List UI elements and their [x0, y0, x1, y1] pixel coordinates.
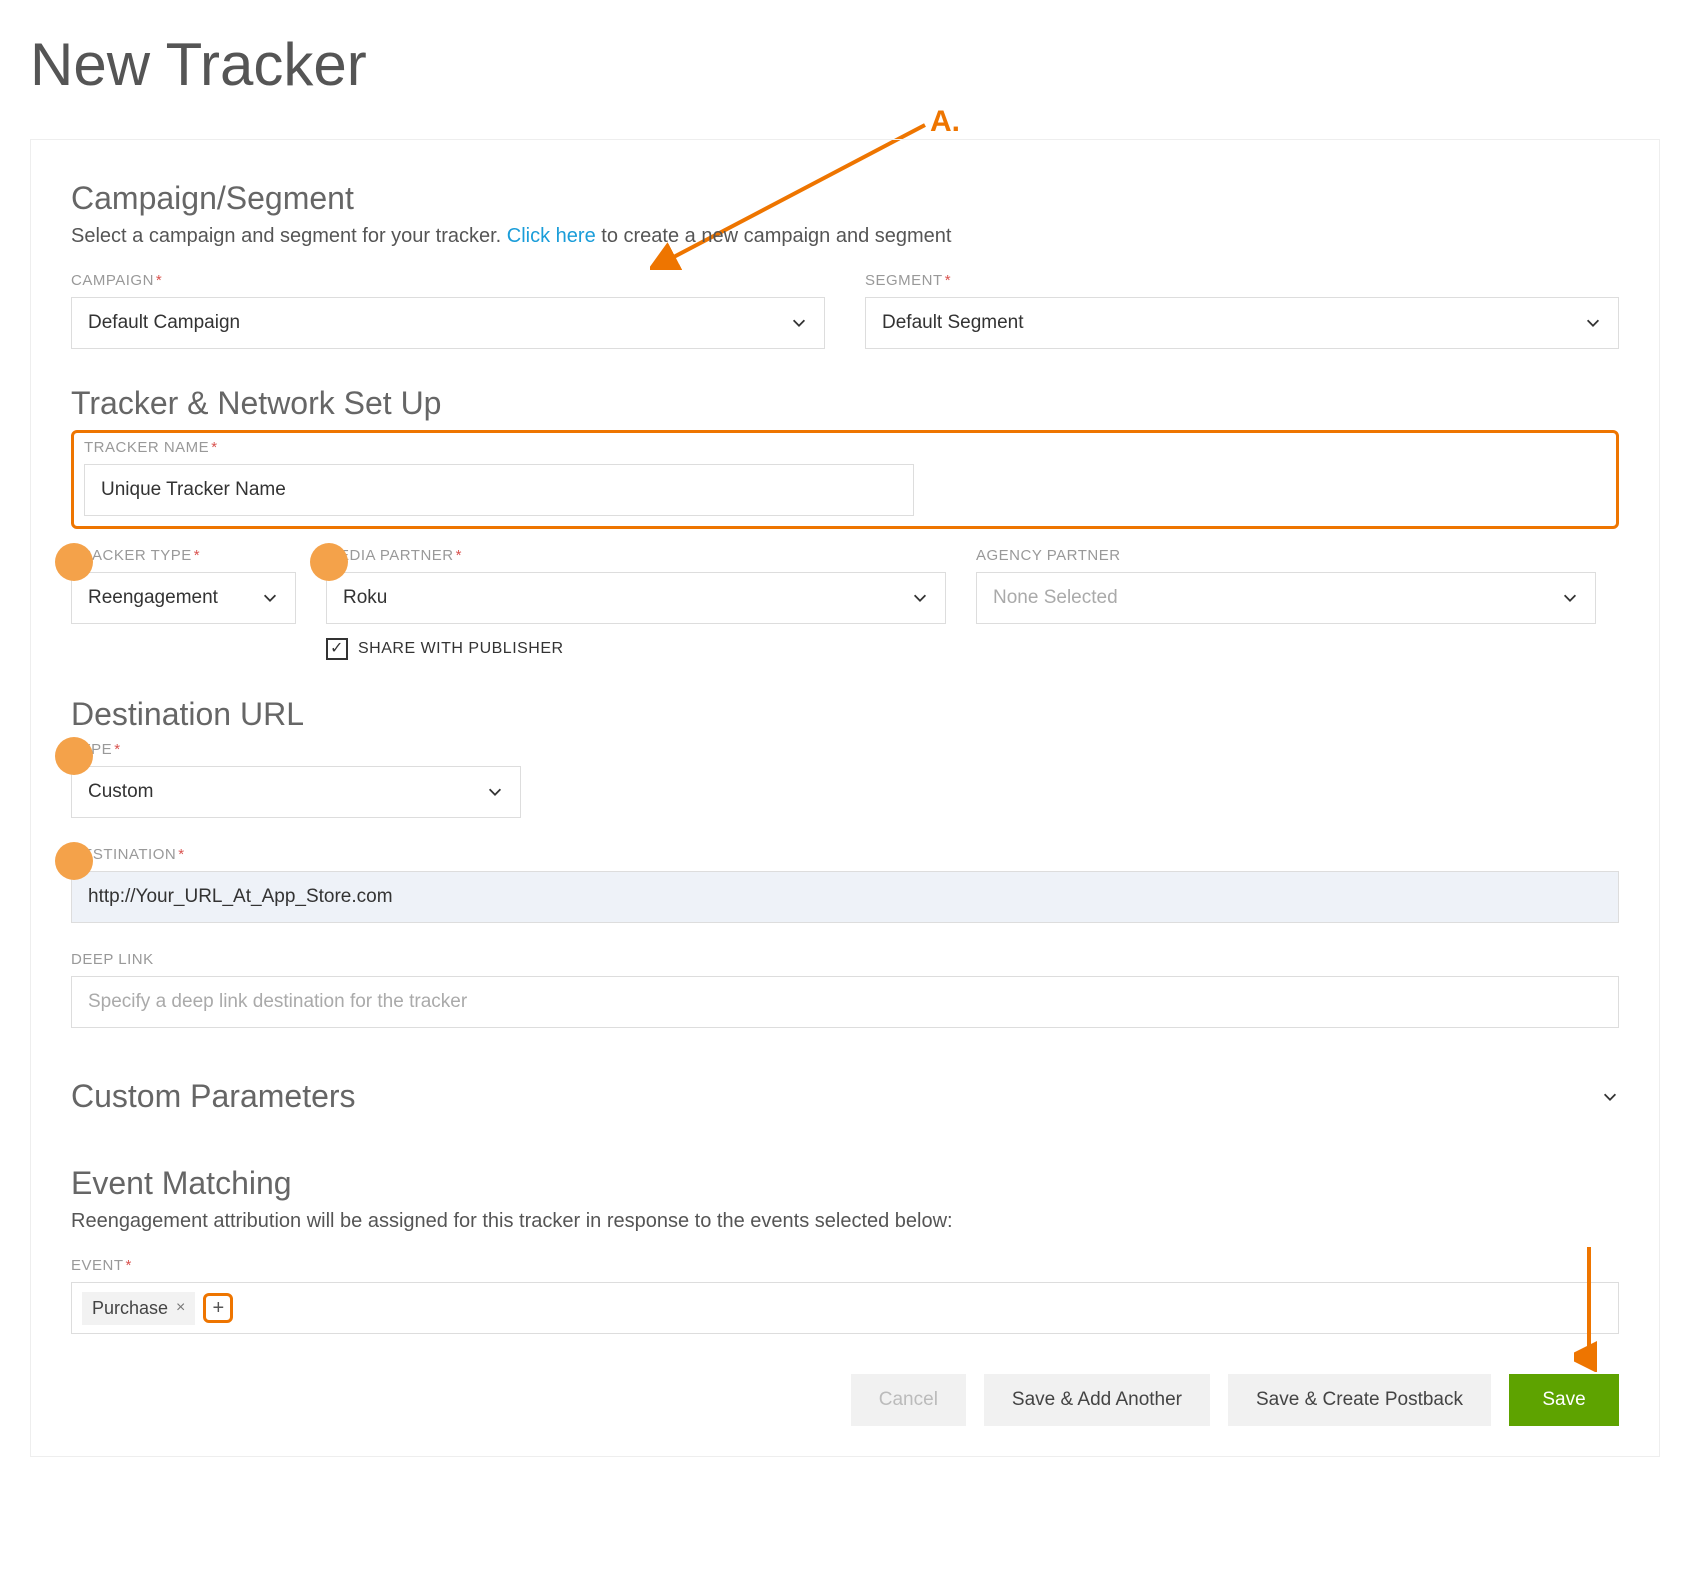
deeplink-placeholder: Specify a deep link destination for the …	[88, 991, 467, 1013]
agency-partner-label: AGENCY PARTNER	[976, 547, 1596, 564]
event-field: EVENT* Purchase × +	[71, 1257, 1619, 1334]
check-icon: ✓	[330, 641, 344, 657]
tracker-setup-title: Tracker & Network Set Up	[71, 385, 1619, 422]
campaign-field: CAMPAIGN* Default Campaign	[71, 272, 825, 349]
campaign-segment-title: Campaign/Segment	[71, 180, 1619, 217]
tracker-name-field: TRACKER NAME* Unique Tracker Name	[84, 439, 914, 516]
destination-type-select[interactable]: Custom	[71, 766, 521, 818]
media-partner-select[interactable]: Roku	[326, 572, 946, 624]
tracker-name-highlight-box: TRACKER NAME* Unique Tracker Name	[71, 430, 1619, 529]
event-label: EVENT*	[71, 1257, 1619, 1274]
form-panel: Campaign/Segment Select a campaign and s…	[30, 139, 1660, 1457]
annotation-dot	[55, 842, 93, 880]
share-with-publisher-checkbox[interactable]: ✓	[326, 638, 348, 660]
segment-label: SEGMENT*	[865, 272, 1619, 289]
save-create-postback-button[interactable]: Save & Create Postback	[1228, 1374, 1491, 1426]
share-with-publisher-label: SHARE WITH PUBLISHER	[358, 640, 564, 658]
required-mark: *	[194, 547, 200, 564]
segment-label-text: SEGMENT	[865, 272, 943, 289]
page-root: New Tracker A. Campaign/Segment Select a…	[30, 30, 1660, 1457]
subtext-prefix: Select a campaign and segment for your t…	[71, 225, 507, 247]
chevron-down-icon	[1601, 1088, 1619, 1106]
button-row: Cancel Save & Add Another Save & Create …	[71, 1374, 1619, 1426]
subtext-suffix: to create a new campaign and segment	[596, 225, 952, 247]
required-mark: *	[156, 272, 162, 289]
agency-partner-field: AGENCY PARTNER None Selected	[976, 547, 1596, 660]
tracker-name-input[interactable]: Unique Tracker Name	[84, 464, 914, 516]
segment-field: SEGMENT* Default Segment	[865, 272, 1619, 349]
required-mark: *	[114, 741, 120, 758]
tracker-type-value: Reengagement	[88, 587, 218, 609]
tracker-type-field: TRACKER TYPE* Reengagement	[71, 547, 296, 660]
event-chip: Purchase ×	[82, 1292, 195, 1325]
tracker-name-label: TRACKER NAME*	[84, 439, 914, 456]
destination-type-value: Custom	[88, 781, 153, 803]
destination-url-label: DESTINATION*	[71, 846, 1619, 863]
annotation-dot	[55, 543, 93, 581]
save-button[interactable]: Save	[1509, 1374, 1619, 1426]
tracker-type-select[interactable]: Reengagement	[71, 572, 296, 624]
tracker-name-label-text: TRACKER NAME	[84, 439, 209, 456]
share-with-publisher-row: ✓ SHARE WITH PUBLISHER	[326, 638, 946, 660]
plus-icon: +	[213, 1297, 225, 1320]
event-chip-label: Purchase	[92, 1298, 168, 1319]
tracker-type-label: TRACKER TYPE*	[71, 547, 296, 564]
deeplink-input[interactable]: Specify a deep link destination for the …	[71, 976, 1619, 1028]
cancel-button[interactable]: Cancel	[851, 1374, 966, 1426]
required-mark: *	[126, 1257, 132, 1274]
page-title: New Tracker	[30, 30, 1660, 99]
destination-url-value: http://Your_URL_At_App_Store.com	[88, 886, 393, 908]
required-mark: *	[945, 272, 951, 289]
remove-chip-icon[interactable]: ×	[176, 1299, 185, 1317]
media-partner-value: Roku	[343, 587, 387, 609]
required-mark: *	[456, 547, 462, 564]
add-event-button[interactable]: +	[203, 1293, 233, 1323]
destination-url-field: DESTINATION* http://Your_URL_At_App_Stor…	[71, 846, 1619, 923]
annotation-dot	[310, 543, 348, 581]
annotation-dot	[55, 737, 93, 775]
required-mark: *	[178, 846, 184, 863]
segment-value: Default Segment	[882, 312, 1024, 334]
destination-type-label: TYPE*	[71, 741, 521, 758]
campaign-select[interactable]: Default Campaign	[71, 297, 825, 349]
chevron-down-icon	[911, 589, 929, 607]
chevron-down-icon	[486, 783, 504, 801]
segment-select[interactable]: Default Segment	[865, 297, 1619, 349]
chevron-down-icon	[1584, 314, 1602, 332]
event-matching-title: Event Matching	[71, 1165, 1619, 1202]
media-partner-label: MEDIA PARTNER*	[326, 547, 946, 564]
tracker-name-value: Unique Tracker Name	[101, 479, 286, 501]
required-mark: *	[211, 439, 217, 456]
chevron-down-icon	[790, 314, 808, 332]
agency-partner-label-text: AGENCY PARTNER	[976, 547, 1121, 564]
event-matching-subtext: Reengagement attribution will be assigne…	[71, 1210, 1619, 1233]
destination-title: Destination URL	[71, 696, 1619, 733]
deeplink-label: DEEP LINK	[71, 951, 1619, 968]
custom-parameters-title: Custom Parameters	[71, 1078, 356, 1115]
agency-partner-select[interactable]: None Selected	[976, 572, 1596, 624]
campaign-label-text: CAMPAIGN	[71, 272, 154, 289]
chevron-down-icon	[261, 589, 279, 607]
event-input[interactable]: Purchase × +	[71, 1282, 1619, 1334]
agency-partner-value: None Selected	[993, 587, 1118, 609]
event-label-text: EVENT	[71, 1257, 124, 1274]
save-add-another-button[interactable]: Save & Add Another	[984, 1374, 1210, 1426]
destination-url-input[interactable]: http://Your_URL_At_App_Store.com	[71, 871, 1619, 923]
campaign-segment-subtext: Select a campaign and segment for your t…	[71, 225, 1619, 248]
deeplink-label-text: DEEP LINK	[71, 951, 154, 968]
campaign-label: CAMPAIGN*	[71, 272, 825, 289]
annotation-a-label: A.	[930, 105, 960, 139]
deeplink-field: DEEP LINK Specify a deep link destinatio…	[71, 951, 1619, 1028]
media-partner-field: MEDIA PARTNER* Roku ✓ SHARE WITH PUBLISH…	[326, 547, 946, 660]
chevron-down-icon	[1561, 589, 1579, 607]
click-here-link[interactable]: Click here	[507, 225, 596, 247]
destination-type-field: TYPE* Custom	[71, 741, 521, 818]
custom-parameters-toggle[interactable]: Custom Parameters	[71, 1064, 1619, 1129]
campaign-value: Default Campaign	[88, 312, 240, 334]
